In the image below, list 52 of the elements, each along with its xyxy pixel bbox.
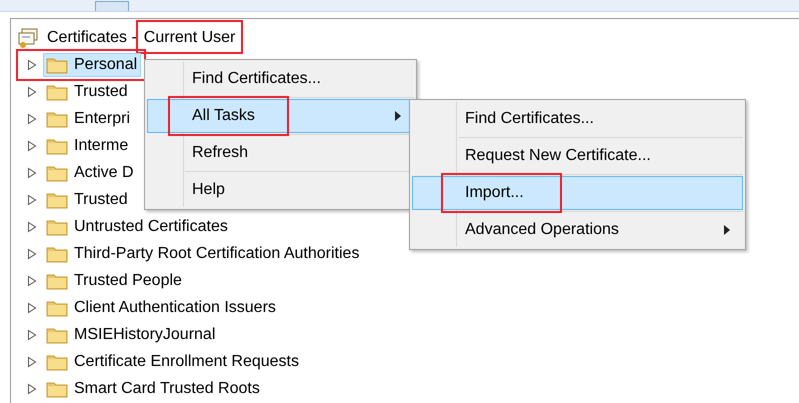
root-subtitle: Current User (136, 20, 244, 54)
expand-icon (27, 382, 37, 394)
tree-item[interactable]: Trusted (43, 80, 132, 104)
expand-icon (27, 166, 37, 178)
tree-item[interactable]: Smart Card Trusted Roots (43, 376, 264, 400)
expand-icon (27, 112, 37, 124)
menu-item[interactable]: Refresh (147, 136, 414, 170)
folder-icon (46, 82, 68, 100)
tree-item[interactable]: Interme (43, 134, 132, 158)
folder-icon (46, 164, 68, 182)
expand-icon (27, 356, 37, 368)
folder-icon (46, 352, 68, 370)
expand-icon (27, 58, 37, 70)
folder-icon (46, 110, 68, 128)
folder-icon (46, 298, 68, 316)
tree-item[interactable]: Untrusted Certificates (43, 214, 232, 238)
submenu-arrow-icon (395, 111, 401, 121)
tree-item[interactable]: Client Authentication Issuers (43, 296, 280, 320)
folder-icon (46, 218, 68, 236)
expand-icon (27, 328, 37, 340)
expand-icon (27, 220, 37, 232)
expand-icon (27, 194, 37, 206)
expand-icon (27, 140, 37, 152)
tree-item[interactable]: Active D (43, 160, 138, 184)
tree-item[interactable]: Personal (43, 52, 142, 76)
folder-icon (46, 190, 68, 208)
expand-icon (27, 248, 37, 260)
folder-icon (46, 136, 68, 154)
menu-item[interactable]: Find Certificates... (412, 102, 743, 136)
tree-item[interactable]: Enterpri (43, 106, 134, 130)
menu-item[interactable]: Find Certificates... (147, 62, 414, 96)
tree-item[interactable]: Trusted (43, 188, 132, 212)
folder-icon (46, 244, 68, 262)
root-title: Certificates - (46, 28, 138, 48)
submenu-arrow-icon (724, 225, 730, 235)
expand-icon (27, 86, 37, 98)
tree-item[interactable]: MSIEHistoryJournal (43, 322, 220, 346)
menu-item[interactable]: Advanced Operations (412, 213, 743, 247)
expand-icon (27, 302, 37, 314)
menu-item[interactable]: Request New Certificate... (412, 139, 743, 173)
tree-item[interactable]: Third-Party Root Certification Authorities (43, 242, 364, 266)
folder-icon (46, 326, 68, 344)
menu-item[interactable]: Import... (412, 176, 743, 210)
folder-icon (46, 380, 68, 398)
folder-icon (46, 272, 68, 290)
toolbar-tab[interactable] (95, 1, 129, 11)
folder-icon (46, 56, 68, 74)
tree-item[interactable]: Trusted People (43, 268, 186, 292)
certificate-icon (17, 26, 39, 48)
expand-icon (27, 274, 37, 286)
tree-item[interactable]: Certificate Enrollment Requests (43, 350, 303, 374)
menu-item[interactable]: Help (147, 173, 414, 207)
